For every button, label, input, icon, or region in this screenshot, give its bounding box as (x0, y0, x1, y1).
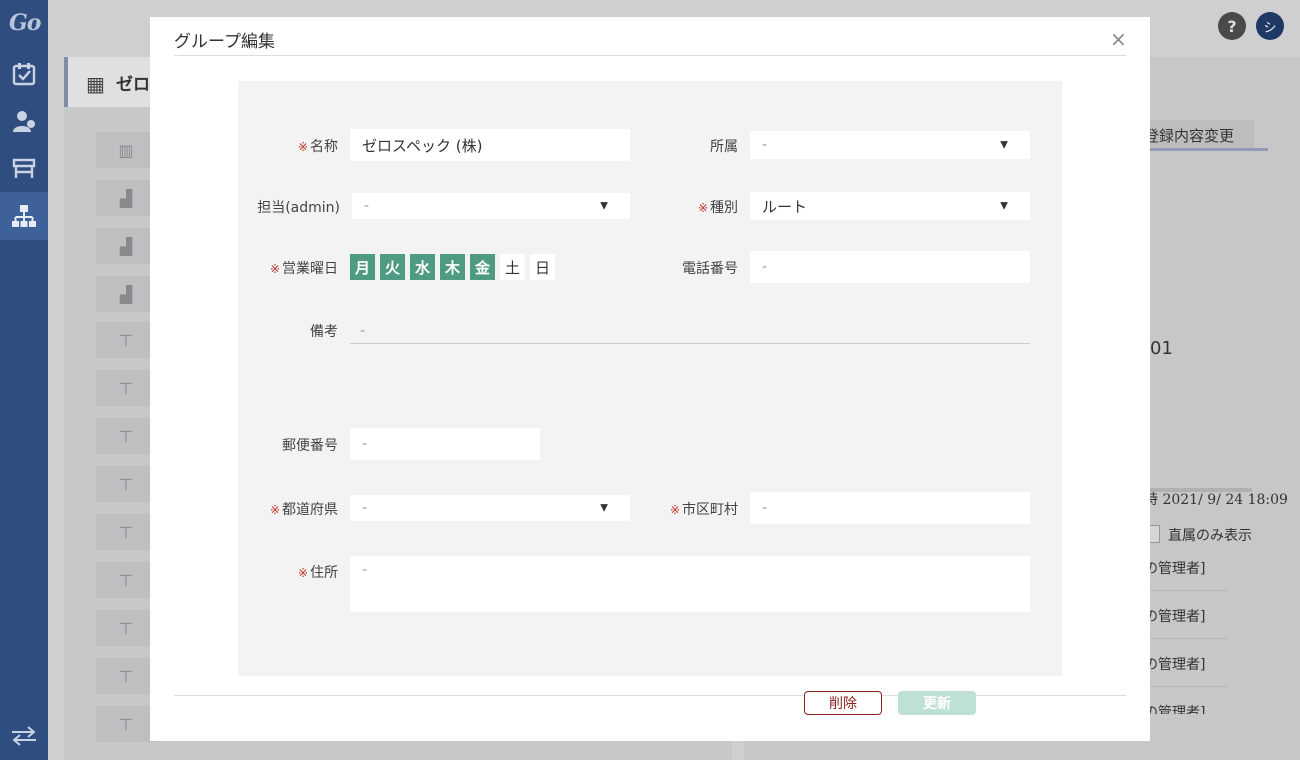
direct-only-label: 直属のみ表示 (1168, 528, 1252, 544)
users-nav-icon[interactable] (0, 97, 48, 145)
modal-title: グループ編集 (174, 32, 275, 52)
register-change-button[interactable]: 登録内容変更 (1140, 120, 1254, 150)
tree-row[interactable]: ⊤ (96, 418, 156, 454)
tree-row[interactable]: ⊤ (96, 562, 156, 598)
day-toggle-fri[interactable]: 金 (470, 254, 495, 280)
help-icon[interactable]: ? (1218, 12, 1246, 40)
kind-value: ルート (762, 197, 808, 216)
role-row: の管理者] (1144, 705, 1206, 714)
group-code: 01 (1150, 338, 1173, 359)
name-input[interactable]: ゼロスペック (株) (350, 129, 630, 161)
tree-row[interactable]: ▟ (96, 228, 156, 264)
chevron-down-icon: ▼ (600, 502, 608, 514)
store-nav-icon[interactable] (0, 144, 48, 192)
phone-label: 電話番号 (682, 261, 738, 277)
tree-row[interactable]: ⊤ (96, 610, 156, 646)
required-mark: ※ (697, 201, 708, 215)
sidebar: Go (0, 0, 48, 760)
name-label-text: 名称 (310, 139, 338, 155)
tree-row[interactable]: ▥ (96, 132, 156, 168)
day-toggle-thu[interactable]: 木 (440, 254, 465, 280)
org-chart-nav-icon[interactable] (0, 192, 48, 240)
affiliation-value: - (762, 137, 768, 153)
role-row: の管理者] (1144, 657, 1206, 673)
required-mark: ※ (269, 262, 280, 276)
tree-row[interactable]: ⊤ (96, 466, 156, 502)
day-toggle-sat[interactable]: 土 (500, 254, 525, 280)
role-row: の管理者] (1144, 561, 1206, 577)
admin-label: 担当(admin) (257, 200, 340, 216)
required-mark: ※ (269, 503, 280, 517)
tree-row[interactable]: ⊤ (96, 322, 156, 358)
postal-label: 郵便番号 (282, 438, 338, 454)
switch-icon[interactable] (0, 712, 48, 760)
update-button[interactable]: 更新 (898, 691, 976, 715)
delete-button[interactable]: 削除 (804, 691, 882, 715)
app-logo: Go (9, 10, 41, 36)
kind-label-text: 種別 (710, 200, 738, 216)
tree-row[interactable]: ▟ (96, 180, 156, 216)
divider (1140, 686, 1228, 687)
required-mark: ※ (297, 140, 308, 154)
kind-select[interactable]: ルート ▼ (750, 192, 1030, 220)
city-label: ※ 市区町村 (670, 499, 738, 519)
prefecture-select[interactable]: - ▼ (350, 495, 630, 521)
form-panel: ※ 名称 ゼロスペック (株) 所属 - ▼ 担当(admin) - ▼ ※ 種別 ルー… (238, 81, 1062, 676)
tree-row[interactable]: ▟ (96, 276, 156, 312)
tree-row[interactable]: ⊤ (96, 706, 156, 742)
tree-row[interactable]: ⊤ (96, 514, 156, 550)
postal-input[interactable]: - (350, 428, 540, 460)
divider (174, 55, 1126, 56)
tree-row[interactable]: ⊤ (96, 658, 156, 694)
chevron-down-icon: ▼ (1000, 200, 1008, 212)
day-toggle-wed[interactable]: 水 (410, 254, 435, 280)
close-icon[interactable]: × (1110, 27, 1127, 51)
prefecture-value: - (362, 500, 368, 516)
city-label-text: 市区町村 (682, 502, 738, 518)
prefecture-label: ※ 都道府県 (270, 499, 338, 519)
address-label-text: 住所 (310, 565, 338, 581)
updated-timestamp: 時 2021/ 9/ 24 18:09 (1144, 492, 1288, 508)
name-label: ※ 名称 (298, 136, 338, 156)
button-underline (1140, 148, 1268, 151)
day-toggle-sun[interactable]: 日 (530, 254, 555, 280)
phone-input[interactable]: - (750, 251, 1030, 283)
page-title: ゼロ (116, 75, 150, 95)
divider (1140, 590, 1228, 591)
role-row: の管理者] (1144, 609, 1206, 625)
remarks-textarea[interactable]: - (350, 317, 1030, 344)
day-toggle-mon[interactable]: 月 (350, 254, 375, 280)
group-edit-modal: グループ編集 × ※ 名称 ゼロスペック (株) 所属 - ▼ 担当(admin) … (150, 17, 1150, 741)
divider (1140, 638, 1228, 639)
required-mark: ※ (669, 503, 680, 517)
business-days-toggle-group: 月 火 水 木 金 土 日 (350, 254, 555, 280)
affiliation-select[interactable]: - ▼ (750, 131, 1030, 159)
remarks-label: 備考 (310, 324, 338, 340)
business-days-label-text: 営業曜日 (282, 261, 338, 277)
divider (174, 695, 1126, 696)
tasks-nav-icon[interactable] (0, 50, 48, 98)
building-icon: ▦ (86, 72, 105, 96)
chevron-down-icon: ▼ (1000, 139, 1008, 151)
business-days-label: ※ 営業曜日 (270, 258, 338, 278)
tree-row[interactable]: ⊤ (96, 370, 156, 406)
affiliation-label: 所属 (710, 139, 738, 155)
chevron-down-icon: ▼ (600, 200, 608, 212)
city-input[interactable]: - (750, 492, 1030, 524)
admin-select[interactable]: - ▼ (352, 193, 630, 219)
avatar[interactable]: シ (1256, 12, 1284, 40)
required-mark: ※ (297, 566, 308, 580)
address-label: ※ 住所 (298, 562, 338, 582)
address-textarea[interactable]: - (350, 556, 1030, 612)
day-toggle-tue[interactable]: 火 (380, 254, 405, 280)
kind-label: ※ 種別 (698, 197, 738, 217)
admin-value: - (364, 198, 370, 214)
prefecture-label-text: 都道府県 (282, 502, 338, 518)
